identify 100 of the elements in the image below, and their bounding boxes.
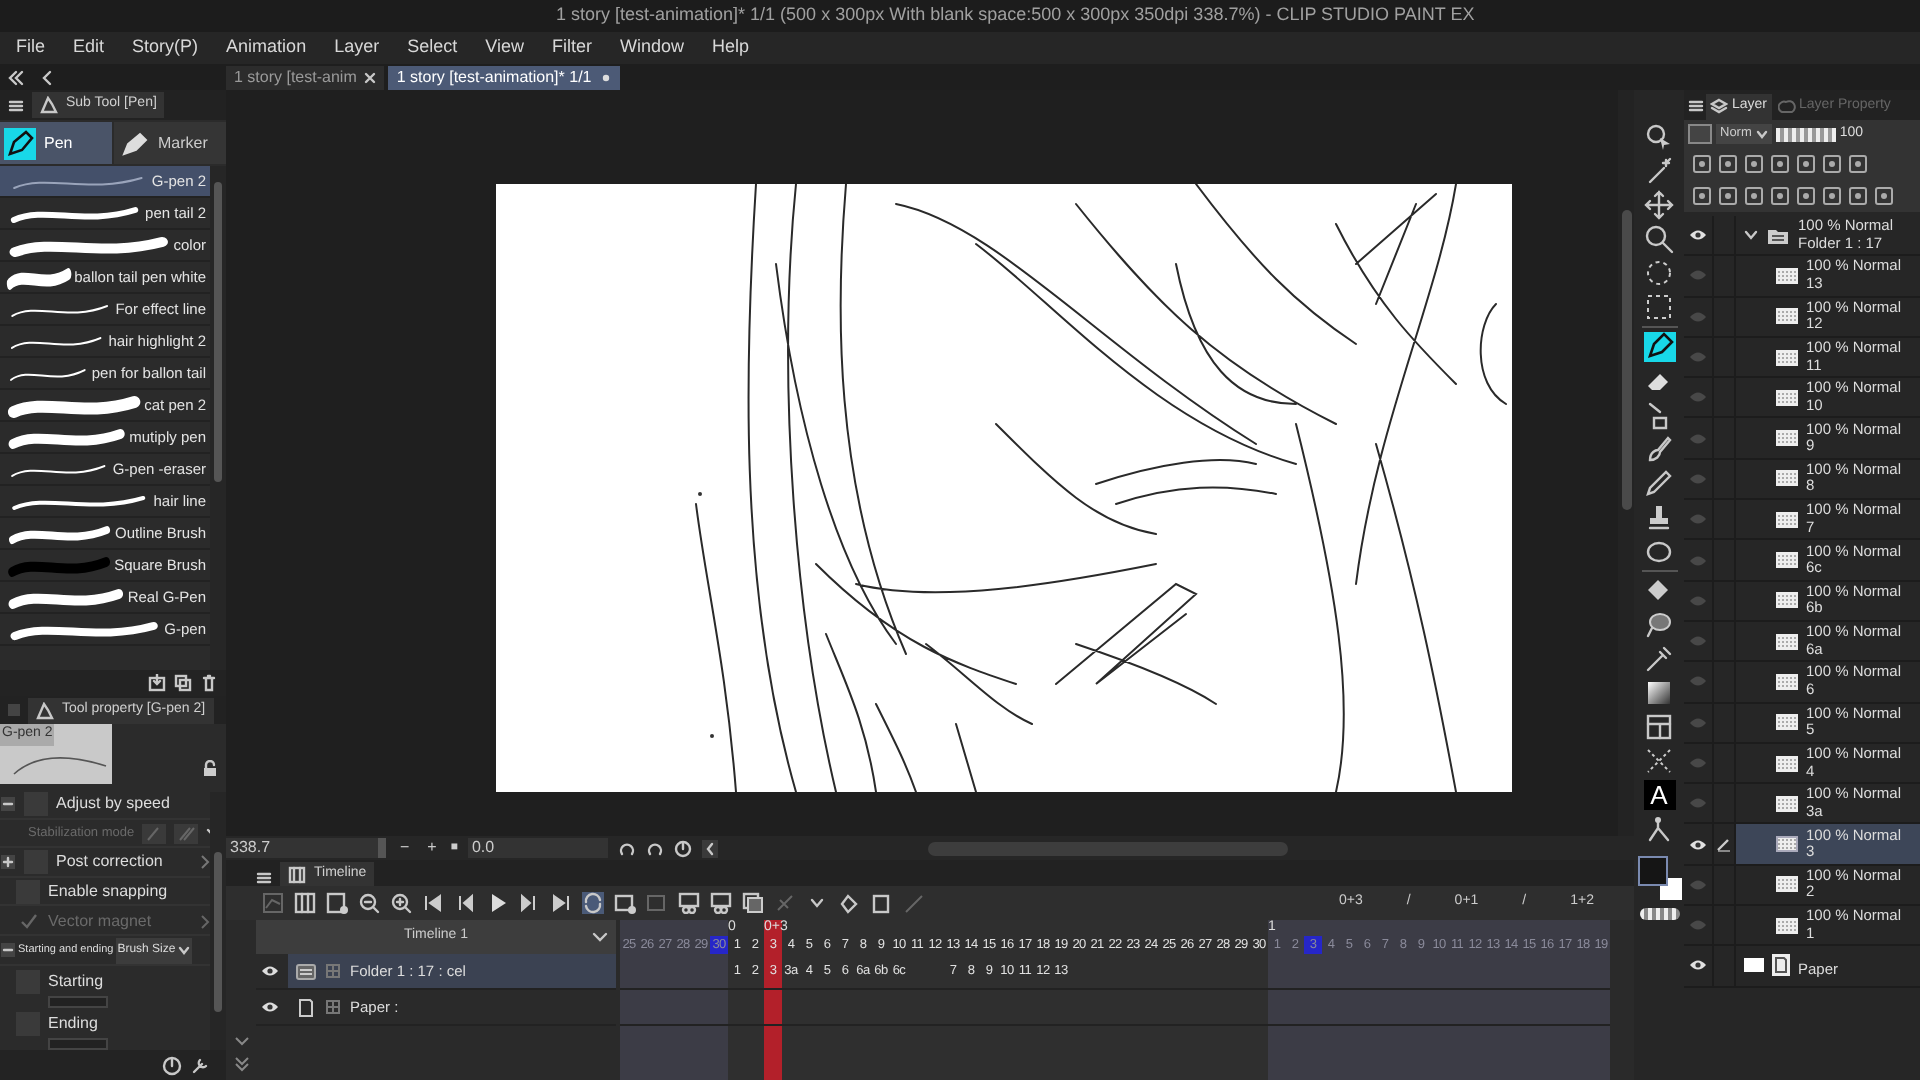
download-icon[interactable] [148,674,166,692]
reset-icon[interactable] [673,839,692,857]
reference-icon[interactable] [1718,154,1738,174]
tool-button[interactable] [1643,468,1675,498]
reset-icon[interactable] [162,1055,182,1075]
onion-skin-icon[interactable] [678,892,700,914]
scrollbar-thumb[interactable] [214,852,222,1012]
trash-icon[interactable] [1874,186,1894,206]
double-chevron-down-icon[interactable] [233,1056,249,1072]
transparent-color-swatch[interactable] [1639,908,1679,920]
tool-button[interactable] [1643,332,1675,362]
menu-item[interactable]: Animation [226,34,307,62]
panel-handle-icon[interactable] [8,704,20,716]
wrench-icon[interactable] [190,1055,210,1075]
rotate-left-icon[interactable] [617,839,636,857]
palette-icon[interactable] [1822,154,1842,174]
expand-icon[interactable] [0,854,16,871]
modified-dot-icon[interactable] [599,72,612,84]
last-frame-icon[interactable] [550,892,572,914]
eye-icon[interactable] [1688,837,1708,852]
menu-icon[interactable] [1688,98,1704,114]
menu-item[interactable]: Filter [551,34,592,62]
scrollbar-thumb[interactable] [214,182,222,482]
tool-group-tab[interactable]: Marker [114,122,226,164]
film-icon[interactable] [294,892,316,914]
onion-skin-icon[interactable] [710,892,732,914]
tool-button[interactable] [1643,434,1675,464]
scrollbar-thumb[interactable] [1621,210,1631,510]
frame-icon[interactable] [870,892,892,914]
previous-frame-icon[interactable] [454,892,476,914]
collapse-icon[interactable] [0,942,16,959]
tool-button[interactable] [1643,258,1675,288]
new-vector-layer-icon[interactable] [1718,186,1738,206]
eye-icon[interactable] [260,964,280,978]
tool-group-tab[interactable]: Pen [0,122,112,164]
eye-icon[interactable] [1688,228,1708,243]
play-icon[interactable] [486,892,508,914]
chevron-left-icon[interactable] [40,69,56,85]
pencil-icon[interactable] [902,892,924,914]
zoom-in-icon[interactable] [390,892,412,914]
menu-item[interactable]: View [485,34,524,62]
tool-button[interactable] [1643,156,1675,186]
zoom-in-button[interactable]: + [423,836,441,860]
tool-button[interactable] [1643,502,1675,532]
input-field[interactable] [48,995,108,1008]
chevron-down-icon[interactable] [233,1036,249,1048]
new-folder-icon[interactable] [1744,186,1764,206]
tool-button[interactable] [1643,610,1675,640]
clipping-icon[interactable] [1692,154,1712,174]
tool-button[interactable] [1643,292,1675,322]
stabilization-option-icon[interactable] [142,823,167,844]
apply-mask-icon[interactable] [1848,186,1868,206]
angle-field[interactable]: 0.0 [467,838,608,858]
zoom-field[interactable]: 338.7 [226,838,386,858]
document-tab[interactable]: 1 story [test-anim [226,66,385,90]
zoom-out-icon[interactable] [358,892,380,914]
ruler-icon[interactable] [1848,154,1868,174]
chevron-left-icon[interactable] [701,839,718,857]
new-cel-icon[interactable] [614,892,636,914]
cel-icon[interactable] [646,892,668,914]
menu-item[interactable]: File [16,34,46,62]
rotate-right-icon[interactable] [645,839,664,857]
tool-button[interactable] [1643,678,1675,708]
tool-button[interactable] [1643,224,1675,254]
menu-icon[interactable] [256,870,272,886]
collapse-icon[interactable] [0,796,16,813]
collapse-icon[interactable] [8,69,24,85]
menu-icon[interactable] [8,97,24,113]
eye-icon[interactable] [1688,958,1708,973]
lock-icon[interactable] [202,760,218,776]
menu-item[interactable]: Select [407,34,458,62]
close-icon[interactable] [364,72,377,84]
lock-icon[interactable] [1770,154,1790,174]
eye-icon[interactable] [260,1000,280,1014]
input-field[interactable] [48,1037,108,1050]
draft-icon[interactable] [1744,154,1764,174]
menu-item[interactable]: Story(P) [132,34,199,62]
zoom-out-button[interactable]: − [396,836,414,860]
color-swatch[interactable] [1688,124,1712,144]
tool-button[interactable] [1643,746,1675,776]
first-frame-icon[interactable] [422,892,444,914]
mask-icon[interactable] [1822,186,1842,206]
tool-button[interactable]: A [1643,780,1675,810]
tool-button[interactable] [1643,190,1675,220]
merge-icon[interactable] [1796,186,1816,206]
menu-item[interactable]: Window [619,34,684,62]
tool-button[interactable] [1643,814,1675,844]
chevron-right-icon[interactable] [198,854,210,871]
loop-icon[interactable] [582,892,604,914]
film-add-icon[interactable] [326,892,348,914]
duplicate-icon[interactable] [174,674,192,692]
menu-item[interactable]: Layer [334,34,380,62]
opacity-slider-fill[interactable] [1775,127,1836,141]
chevron-right-icon[interactable] [198,913,210,930]
tool-button[interactable] [1643,122,1675,152]
menu-item[interactable]: Edit [73,34,105,62]
fill-icon[interactable] [838,892,860,914]
layers-icon[interactable] [742,892,764,914]
tool-button[interactable] [1643,644,1675,674]
menu-item[interactable]: Help [711,34,749,62]
